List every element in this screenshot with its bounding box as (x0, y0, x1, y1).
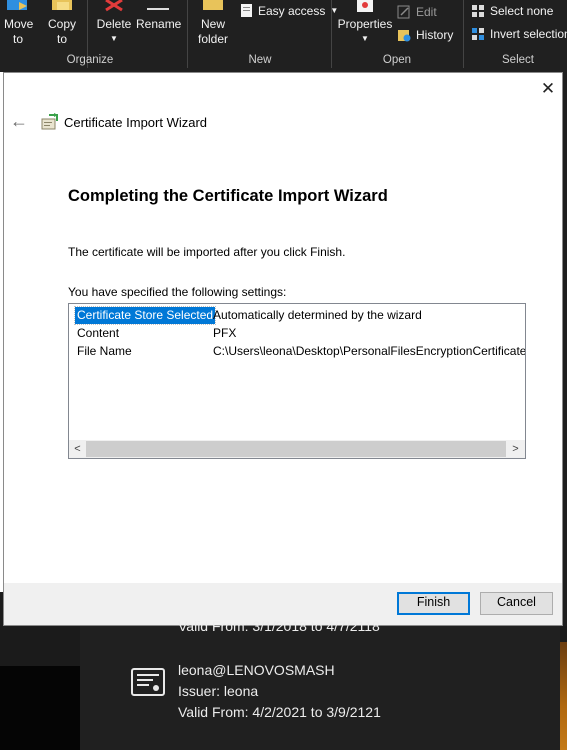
ribbon-separator (187, 0, 188, 68)
select-none-button[interactable]: Select none (471, 4, 553, 18)
background-dark-area (0, 666, 80, 750)
move-to-label: Move to (4, 17, 34, 46)
invert-selection-label: Invert selection (490, 27, 567, 41)
properties-dropdown-icon[interactable]: ▼ (336, 32, 394, 46)
scroll-right-icon[interactable]: > (507, 440, 524, 458)
certificate-import-wizard-dialog: ✕ ← Certificate Import Wizard Completing… (3, 72, 563, 626)
new-folder-icon (203, 0, 223, 10)
properties-label: Properties (337, 17, 393, 31)
edit-button[interactable]: Edit (397, 5, 437, 19)
delete-icon (105, 0, 123, 12)
cancel-button[interactable]: Cancel (480, 592, 553, 615)
ribbon-separator (463, 0, 464, 68)
certificate-name[interactable]: leona@LENOVOSMASH (178, 662, 335, 678)
history-icon (398, 30, 411, 42)
edit-label: Edit (416, 5, 437, 19)
certificate-valid-dates: Valid From: 4/2/2021 to 3/9/2121 (178, 704, 381, 720)
easy-access-label: Easy access (258, 3, 326, 18)
rename-button[interactable]: Rename (136, 0, 182, 32)
history-button[interactable]: History (397, 28, 453, 42)
list-item[interactable]: File Name C:\Users\leona\Desktop\Persona… (69, 343, 526, 360)
group-label-open: Open (382, 54, 412, 66)
setting-key: Content (77, 326, 120, 340)
setting-key: Certificate Store Selected (73, 306, 217, 325)
group-label-select: Select (502, 54, 534, 66)
select-none-label: Select none (490, 4, 554, 18)
background-certificate-list: Valid From: 3/1/2018 to 4/7/2118 leona@L… (0, 618, 567, 750)
previous-cert-valid-dates: Valid From: 3/1/2018 to 4/7/2118 (178, 618, 380, 634)
scrollbar-thumb[interactable] (86, 441, 506, 457)
copy-to-button[interactable]: Copy to (44, 0, 80, 47)
setting-value: Automatically determined by the wizard (213, 308, 422, 322)
properties-icon (357, 0, 373, 12)
group-label-organize: Organize (66, 54, 114, 66)
new-folder-label: New folder (197, 17, 229, 46)
list-item[interactable]: Content PFX (69, 325, 525, 342)
edit-icon (397, 5, 410, 19)
certificate-icon (131, 668, 165, 696)
settings-list[interactable]: Certificate Store Selected Automatically… (68, 303, 526, 459)
copy-icon (52, 0, 72, 10)
background-window-edge-right (563, 72, 567, 632)
scroll-left-icon[interactable]: < (69, 440, 86, 458)
finish-note: The certificate will be imported after y… (68, 245, 346, 259)
background-wallpaper-strip (560, 642, 567, 750)
invert-selection-button[interactable]: Invert selection (471, 27, 567, 41)
move-icon (7, 0, 27, 10)
move-to-button[interactable]: Move to (2, 0, 34, 47)
select-none-icon (472, 5, 484, 17)
setting-value: PFX (213, 326, 237, 340)
list-item[interactable]: Certificate Store Selected Automatically… (69, 306, 525, 325)
easy-access-button[interactable]: Easy access ▼ (240, 3, 338, 18)
copy-to-label: Copy to (48, 17, 77, 46)
certificate-wizard-icon (41, 113, 58, 130)
wizard-title: Certificate Import Wizard (64, 115, 208, 130)
finish-button[interactable]: Finish (397, 592, 470, 615)
certificate-issuer: Issuer: leona (178, 683, 259, 699)
setting-key: File Name (77, 344, 132, 358)
horizontal-scrollbar[interactable]: < > (69, 440, 525, 458)
rename-icon (147, 8, 169, 10)
properties-button[interactable]: Properties ▼ (336, 0, 394, 46)
group-label-new: New (248, 54, 272, 66)
rename-label: Rename (136, 17, 182, 31)
setting-value: C:\Users\leona\Desktop\PersonalFilesEncr… (213, 344, 526, 358)
dialog-content-area: ✕ ← Certificate Import Wizard Completing… (4, 73, 562, 583)
ribbon-separator (331, 0, 332, 68)
close-button[interactable]: ✕ (536, 79, 560, 101)
new-folder-button[interactable]: New folder (194, 0, 232, 47)
settings-label: You have specified the following setting… (68, 285, 287, 299)
delete-dropdown-icon[interactable]: ▼ (94, 32, 134, 46)
history-label: History (416, 28, 454, 42)
delete-label: Delete (96, 17, 132, 31)
back-arrow-icon[interactable]: ← (8, 110, 30, 132)
delete-button[interactable]: Delete ▼ (94, 0, 134, 46)
explorer-ribbon: Move to Copy to Delete ▼ Rename New fold… (0, 0, 567, 72)
invert-selection-icon (472, 28, 484, 40)
easy-access-icon (241, 4, 252, 17)
page-heading: Completing the Certificate Import Wizard (68, 187, 388, 205)
